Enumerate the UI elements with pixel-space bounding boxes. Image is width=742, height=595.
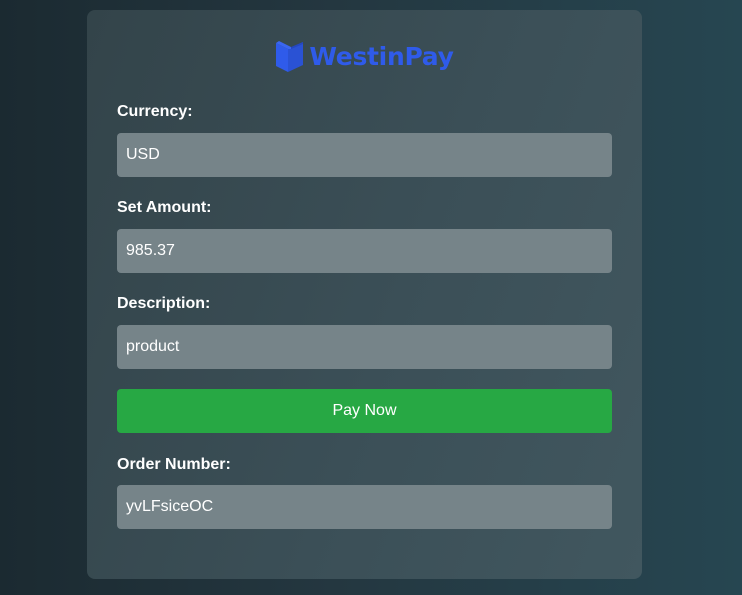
pay-now-button[interactable]: Pay Now xyxy=(117,389,612,433)
currency-label: Currency: xyxy=(117,103,193,120)
brand-logo: WestinPay xyxy=(87,38,642,74)
description-label: Description: xyxy=(117,295,211,312)
order-number-field[interactable]: yvLFsiceOC xyxy=(117,485,612,529)
order-number-label: Order Number: xyxy=(117,456,231,473)
brand-name: WestinPay xyxy=(309,41,454,71)
description-field[interactable]: product xyxy=(117,325,612,369)
amount-field[interactable]: 985.37 xyxy=(117,229,612,273)
currency-field[interactable]: USD xyxy=(117,133,612,177)
open-book-logo-icon xyxy=(276,40,304,72)
payment-card: WestinPay Currency: USD Set Amount: 985.… xyxy=(87,10,642,579)
amount-label: Set Amount: xyxy=(117,199,212,216)
